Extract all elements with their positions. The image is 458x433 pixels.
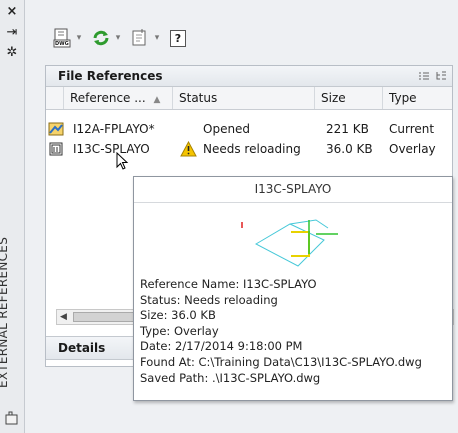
drawing-file-icon <box>48 122 64 136</box>
list-view-icon[interactable] <box>418 71 430 81</box>
tooltip-reference-name: Reference Name: I13C-SPLAYO <box>140 277 317 291</box>
reference-type: Overlay <box>389 142 436 156</box>
reference-status: Needs reloading <box>203 142 301 156</box>
properties-icon[interactable]: ✲ <box>5 46 19 60</box>
xref-file-icon <box>49 142 63 156</box>
reference-name: I13C-SPLAYO <box>73 142 150 156</box>
panel-title: File References <box>58 69 163 83</box>
drawing-preview-thumbnail <box>228 210 363 274</box>
panel-header: File References <box>46 66 452 87</box>
warning-icon <box>180 141 197 157</box>
attach-dwg-label: DWG <box>55 41 69 47</box>
table-row[interactable]: I13C-SPLAYO Needs reloading 36.0 KB Over… <box>46 139 452 159</box>
reference-size: 221 KB <box>326 122 369 136</box>
column-header-row: Reference ... ▲ Status Size Type <box>46 87 452 110</box>
palette-menu-icon[interactable] <box>4 410 20 426</box>
column-label: Reference ... <box>70 91 146 105</box>
help-glyph: ? <box>170 29 186 47</box>
change-path-dropdown-icon[interactable]: ▾ <box>152 26 162 50</box>
column-size[interactable]: Size <box>315 87 383 109</box>
reference-type: Current <box>389 122 435 136</box>
palette-title: EXTERNAL REFERENCES <box>0 236 10 388</box>
tree-view-icon[interactable] <box>435 71 447 81</box>
help-icon[interactable]: ? <box>168 26 188 50</box>
reference-status: Opened <box>203 122 251 136</box>
tooltip-date: Date: 2/17/2014 9:18:00 PM <box>140 339 303 354</box>
scroll-left-icon[interactable]: ◀ <box>60 310 67 324</box>
close-icon[interactable]: × <box>5 5 19 19</box>
details-label: Details <box>58 341 106 355</box>
column-icon-header <box>46 87 64 109</box>
column-reference-name[interactable]: Reference ... ▲ <box>64 87 173 109</box>
tooltip-saved-path: Saved Path: .\I13C-SPLAYO.dwg <box>140 370 321 385</box>
tooltip-size: Size: 36.0 KB <box>140 308 216 323</box>
tooltip-status: Status: Needs reloading <box>140 292 278 307</box>
attach-dropdown-icon[interactable]: ▾ <box>74 26 84 50</box>
reference-size: 36.0 KB <box>326 142 373 156</box>
change-path-icon[interactable] <box>129 26 151 50</box>
mouse-cursor-icon <box>116 152 129 170</box>
refresh-dropdown-icon[interactable]: ▾ <box>113 26 123 50</box>
column-type[interactable]: Type <box>383 87 452 109</box>
tooltip-found-at: Found At: C:\Training Data\C13\I13C-SPLA… <box>140 354 422 369</box>
refresh-icon[interactable] <box>90 26 112 50</box>
sort-ascending-icon: ▲ <box>153 95 161 105</box>
column-status[interactable]: Status <box>173 87 315 109</box>
reference-tooltip: I13C-SPLAYO Reference Name: I13C-SPLAYO … <box>133 176 453 401</box>
tooltip-title: I13C-SPLAYO <box>134 177 452 203</box>
tooltip-type: Type: Overlay <box>140 323 219 338</box>
palette-side-strip: × ⇥ ✲ EXTERNAL REFERENCES <box>0 0 25 433</box>
autohide-icon[interactable]: ⇥ <box>5 26 19 40</box>
tooltip-details: Reference Name: I13C-SPLAYO Status: Need… <box>140 277 422 386</box>
table-row[interactable]: I12A-FPLAYO* Opened 221 KB Current <box>46 119 452 139</box>
reference-name: I12A-FPLAYO* <box>73 122 155 136</box>
